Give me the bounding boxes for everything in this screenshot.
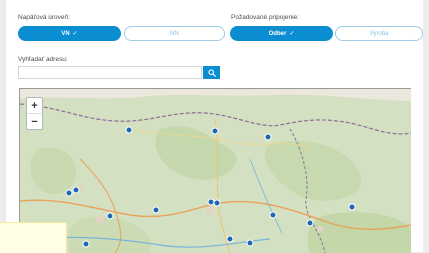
address-search-input[interactable] bbox=[18, 66, 202, 79]
voltage-nn-button[interactable]: NN bbox=[124, 26, 225, 41]
map-view[interactable]: + − bbox=[19, 88, 411, 253]
search-icon bbox=[207, 68, 216, 77]
map-marker-icon[interactable] bbox=[348, 203, 356, 211]
address-search-button[interactable] bbox=[203, 66, 220, 79]
map-marker-icon[interactable] bbox=[152, 206, 160, 214]
map-marker-icon[interactable] bbox=[125, 126, 133, 134]
map-marker-icon[interactable] bbox=[226, 235, 234, 243]
map-marker-icon[interactable] bbox=[264, 133, 272, 141]
map-marker-icon[interactable] bbox=[269, 211, 277, 219]
zoom-out-button[interactable]: − bbox=[27, 113, 42, 129]
voltage-vn-label: VN bbox=[61, 30, 70, 37]
connection-odber-button[interactable]: Odber ✓ bbox=[230, 26, 333, 41]
voltage-vn-button[interactable]: VN ✓ bbox=[18, 26, 121, 41]
address-search-label: Vyhľadať adresu: bbox=[18, 56, 68, 63]
map-marker-icon[interactable] bbox=[306, 219, 314, 227]
zoom-control: + − bbox=[26, 97, 43, 130]
check-icon: ✓ bbox=[289, 31, 295, 37]
map-marker-icon[interactable] bbox=[211, 127, 219, 135]
voltage-level-label: Napäťová úroveň: bbox=[18, 14, 70, 21]
map-tiles bbox=[20, 89, 411, 253]
voltage-nn-label: NN bbox=[170, 30, 179, 37]
connection-vyroba-button[interactable]: Výroba bbox=[335, 26, 423, 41]
connection-type-label: Požadované pripojenie: bbox=[231, 14, 299, 21]
map-marker-icon[interactable] bbox=[213, 199, 221, 207]
map-marker-icon[interactable] bbox=[72, 186, 80, 194]
map-marker-icon[interactable] bbox=[106, 212, 114, 220]
check-icon: ✓ bbox=[72, 31, 78, 37]
map-marker-icon[interactable] bbox=[65, 189, 73, 197]
map-marker-icon[interactable] bbox=[246, 239, 254, 247]
info-popup bbox=[0, 222, 67, 253]
connection-vyroba-label: Výroba bbox=[369, 30, 389, 37]
zoom-in-button[interactable]: + bbox=[27, 98, 42, 113]
connection-odber-label: Odber bbox=[268, 30, 287, 37]
map-marker-icon[interactable] bbox=[82, 240, 90, 248]
